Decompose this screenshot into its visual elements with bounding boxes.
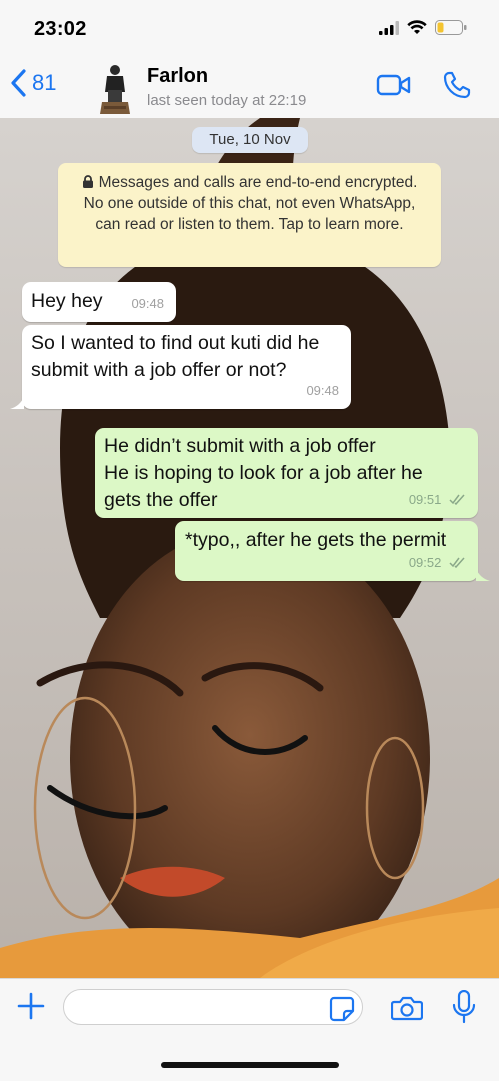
microphone-icon[interactable] bbox=[452, 990, 476, 1024]
message-incoming[interactable]: Hey hey 09:48 bbox=[22, 282, 176, 322]
contact-name[interactable]: Farlon bbox=[147, 65, 208, 88]
encryption-notice-text: Messages and calls are end-to-end encryp… bbox=[83, 174, 418, 233]
message-outgoing[interactable]: *typo,, after he gets the permit 09:52 bbox=[175, 521, 478, 581]
lock-icon bbox=[82, 175, 93, 188]
message-time: 09:51 bbox=[409, 486, 466, 513]
message-time: 09:48 bbox=[131, 296, 164, 311]
plus-icon[interactable] bbox=[16, 991, 46, 1021]
status-bar: 23:02 bbox=[0, 0, 499, 56]
double-check-icon bbox=[449, 494, 465, 505]
last-seen-status: last seen today at 22:19 bbox=[147, 92, 307, 109]
encryption-notice[interactable]: Messages and calls are end-to-end encryp… bbox=[58, 163, 441, 267]
message-time: 09:52 bbox=[409, 549, 466, 576]
signal-icon bbox=[379, 20, 399, 35]
message-text: Hey hey bbox=[31, 290, 103, 312]
sticker-icon[interactable] bbox=[329, 996, 355, 1022]
message-text: *typo,, after he gets the permit bbox=[185, 529, 447, 551]
chat-area[interactable]: Tue, 10 Nov Messages and calls are end-t… bbox=[0, 118, 499, 978]
camera-icon[interactable] bbox=[391, 995, 423, 1021]
back-button[interactable]: 81 bbox=[10, 68, 56, 98]
double-check-icon bbox=[449, 557, 465, 568]
bubble-tail bbox=[10, 397, 24, 409]
unread-count: 81 bbox=[32, 70, 57, 95]
message-text: So I wanted to find out kuti did he subm… bbox=[31, 332, 320, 381]
date-separator: Tue, 10 Nov bbox=[192, 127, 308, 153]
bubble-tail bbox=[476, 569, 490, 581]
video-call-icon[interactable] bbox=[376, 73, 412, 97]
message-time: 09:48 bbox=[306, 383, 339, 398]
message-text: He didn’t submit with a job offer He is … bbox=[104, 435, 423, 511]
wifi-icon bbox=[407, 20, 427, 34]
phone-icon[interactable] bbox=[442, 70, 472, 100]
home-indicator bbox=[161, 1062, 339, 1068]
message-incoming[interactable]: So I wanted to find out kuti did he subm… bbox=[22, 325, 351, 409]
status-icons bbox=[379, 20, 467, 35]
message-time-value: 09:52 bbox=[408, 555, 442, 570]
chevron-left-icon bbox=[11, 69, 26, 97]
battery-icon bbox=[435, 20, 467, 35]
message-outgoing[interactable]: He didn’t submit with a job offer He is … bbox=[95, 428, 478, 518]
chat-header: 81 Farlon last seen today at 22:19 bbox=[0, 56, 499, 119]
message-time-value: 09:51 bbox=[408, 492, 442, 507]
message-input[interactable] bbox=[63, 989, 363, 1025]
status-time: 23:02 bbox=[34, 18, 87, 40]
avatar[interactable] bbox=[96, 62, 134, 114]
